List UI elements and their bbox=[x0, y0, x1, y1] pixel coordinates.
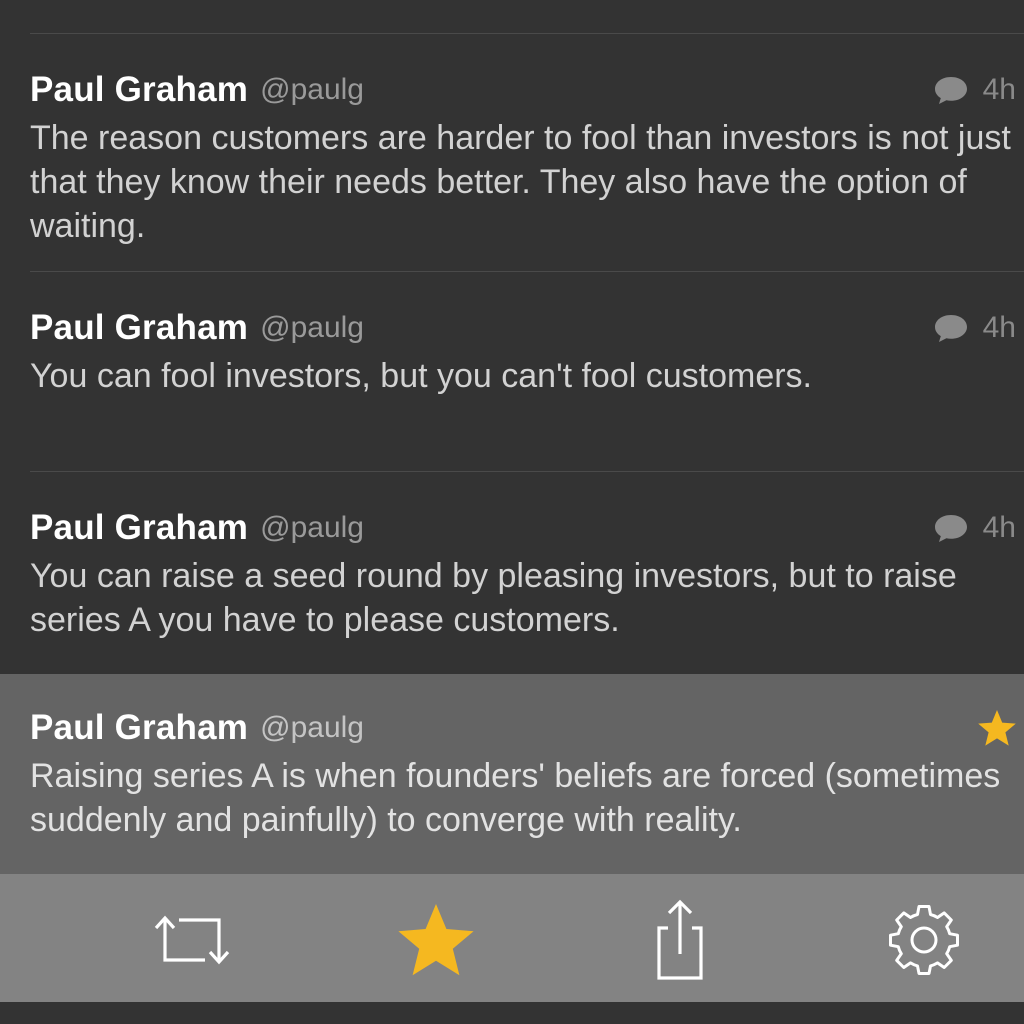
divider bbox=[30, 33, 1024, 34]
tweet-meta: 4h bbox=[933, 508, 1016, 548]
share-icon bbox=[657, 899, 703, 980]
tweet-text: You can fool investors, but you can't fo… bbox=[30, 357, 812, 395]
tweet-text: Raising series A is when founders' belie… bbox=[30, 757, 1001, 839]
tweet-header: Paul Graham @paulg 4h bbox=[30, 306, 1024, 350]
tweet-meta bbox=[976, 708, 1018, 748]
star-icon bbox=[978, 710, 1016, 746]
reply-bubble-icon bbox=[934, 515, 967, 542]
author-handle[interactable]: @paulg bbox=[260, 311, 364, 345]
tweet-row-selected[interactable]: Paul Graham @paulg Raising series A is w… bbox=[0, 706, 1024, 842]
favorite-button[interactable] bbox=[388, 896, 484, 984]
retweet-icon bbox=[154, 915, 230, 965]
tweet-time: 4h bbox=[982, 73, 1016, 106]
action-toolbar bbox=[0, 874, 1024, 1002]
share-button[interactable] bbox=[632, 896, 728, 984]
tweet-row[interactable]: Paul Graham @paulg 4h You can raise a se… bbox=[0, 506, 1024, 642]
author-name[interactable]: Paul Graham bbox=[30, 308, 248, 348]
retweet-button[interactable] bbox=[144, 896, 240, 984]
divider bbox=[30, 271, 1024, 272]
reply-bubble-icon bbox=[934, 77, 967, 104]
author-handle[interactable]: @paulg bbox=[260, 73, 364, 107]
author-name[interactable]: Paul Graham bbox=[30, 708, 248, 748]
tweet-meta: 4h bbox=[933, 70, 1016, 110]
gear-icon bbox=[889, 905, 959, 975]
tweet-header: Paul Graham @paulg 4h bbox=[30, 68, 1024, 112]
tweet-header: Paul Graham @paulg 4h bbox=[30, 506, 1024, 550]
author-handle[interactable]: @paulg bbox=[260, 511, 364, 545]
tweet-row[interactable]: Paul Graham @paulg 4h You can fool inves… bbox=[0, 306, 1024, 398]
star-icon bbox=[398, 904, 474, 976]
tweet-header: Paul Graham @paulg bbox=[30, 706, 1024, 750]
author-name[interactable]: Paul Graham bbox=[30, 70, 248, 110]
tweet-time: 4h bbox=[982, 311, 1016, 344]
author-name[interactable]: Paul Graham bbox=[30, 508, 248, 548]
tweet-text: The reason customers are harder to fool … bbox=[30, 119, 1011, 245]
bottom-strip bbox=[0, 1002, 1024, 1024]
tweet-text: You can raise a seed round by pleasing i… bbox=[30, 557, 957, 639]
tweet-row[interactable]: Paul Graham @paulg 4h The reason custome… bbox=[0, 68, 1024, 248]
divider bbox=[30, 471, 1024, 472]
reply-bubble-icon bbox=[934, 315, 967, 342]
tweet-meta: 4h bbox=[933, 308, 1016, 348]
settings-button[interactable] bbox=[876, 896, 972, 984]
author-handle[interactable]: @paulg bbox=[260, 711, 364, 745]
timeline: Paul Graham @paulg 4h The reason custome… bbox=[0, 0, 1024, 1024]
tweet-time: 4h bbox=[982, 511, 1016, 544]
